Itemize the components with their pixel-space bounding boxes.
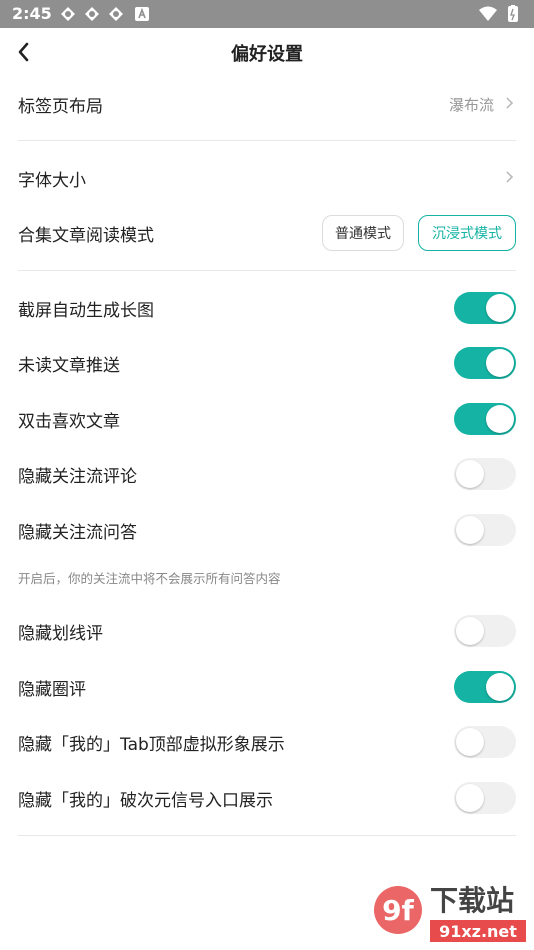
svg-text:9f: 9f	[382, 894, 414, 927]
toggle-knob	[456, 728, 484, 756]
double-tap-like-toggle[interactable]	[454, 403, 516, 435]
toggle-label: 隐藏关注流问答	[18, 523, 137, 543]
font-size-row[interactable]: 字体大小	[18, 150, 516, 206]
divider	[18, 835, 516, 836]
toggle-knob	[456, 617, 484, 645]
a-badge-icon	[135, 7, 149, 21]
hide-underline-comments-toggle[interactable]	[454, 615, 516, 647]
toggle-knob	[486, 294, 514, 322]
toggle-row-hide-follow-comments: 隐藏关注流评论	[18, 446, 516, 502]
toggle-row-hide-follow-qa: 隐藏关注流问答	[18, 502, 516, 558]
wifi-icon	[479, 6, 497, 21]
immersive-mode-button[interactable]: 沉浸式模式	[418, 215, 516, 251]
page-title: 偏好设置	[231, 44, 303, 65]
site-watermark-logo: 9f 下载站 91xz.net	[374, 884, 526, 942]
toggle-label: 隐藏划线评	[18, 624, 103, 644]
toggle-label: 截屏自动生成长图	[18, 301, 154, 321]
watermark-brand: 下载站	[430, 884, 514, 917]
toggle-row-hide-underline-comments: 隐藏划线评	[18, 603, 516, 659]
toggle-knob	[486, 405, 514, 433]
toggle-label: 隐藏圈评	[18, 680, 86, 700]
app-notification-icon	[61, 7, 75, 21]
toggle-knob	[486, 673, 514, 701]
toggle-label: 隐藏「我的」Tab顶部虚拟形象展示	[18, 735, 285, 755]
app-notification-icon	[109, 7, 123, 21]
toggle-label: 隐藏关注流评论	[18, 467, 137, 487]
divider	[18, 270, 516, 271]
chevron-right-icon	[506, 97, 514, 109]
toggle-knob	[456, 516, 484, 544]
font-size-label: 字体大小	[18, 171, 86, 191]
toggle-label: 未读文章推送	[18, 356, 120, 376]
toggle-row-screenshot-long-image: 截屏自动生成长图	[18, 280, 516, 336]
toggle-row-hide-avatar-display: 隐藏「我的」Tab顶部虚拟形象展示	[18, 714, 516, 770]
toggle-row-double-tap-like: 双击喜欢文章	[18, 391, 516, 447]
tab-layout-row[interactable]: 标签页布局 瀑布流	[18, 76, 516, 132]
hide-follow-qa-toggle[interactable]	[454, 514, 516, 546]
reading-mode-row: 合集文章阅读模式 普通模式 沉浸式模式	[18, 205, 516, 261]
toggle-label: 双击喜欢文章	[18, 412, 120, 432]
status-bar: 2:45	[0, 0, 534, 28]
tab-layout-label: 标签页布局	[18, 97, 103, 117]
normal-mode-button[interactable]: 普通模式	[322, 215, 404, 251]
battery-icon	[508, 6, 518, 22]
hide-follow-comments-toggle[interactable]	[454, 458, 516, 490]
toggle-row-hide-dimension-signal: 隐藏「我的」破次元信号入口展示	[18, 770, 516, 826]
toggle-row-hide-circle-comments: 隐藏圈评	[18, 659, 516, 715]
hide-dimension-signal-toggle[interactable]	[454, 782, 516, 814]
chevron-right-icon	[506, 171, 514, 183]
toggle-row-unread-push: 未读文章推送	[18, 335, 516, 391]
tab-layout-value: 瀑布流	[448, 96, 494, 114]
toggle-label: 隐藏「我的」破次元信号入口展示	[18, 791, 273, 811]
hide-circle-comments-toggle[interactable]	[454, 671, 516, 703]
toggle-knob	[456, 460, 484, 488]
screenshot-long-image-toggle[interactable]	[454, 292, 516, 324]
unread-push-toggle[interactable]	[454, 347, 516, 379]
app-notification-icon	[85, 7, 99, 21]
status-time: 2:45	[12, 4, 52, 23]
reading-mode-label: 合集文章阅读模式	[18, 226, 154, 246]
toggle-knob	[456, 784, 484, 812]
watermark-site: 91xz.net	[439, 922, 517, 941]
wifi-battery-icons	[479, 5, 518, 22]
hide-avatar-display-toggle[interactable]	[454, 726, 516, 758]
header: 偏好设置	[0, 28, 534, 76]
hint-text: 开启后，你的关注流中将不会展示所有问答内容	[18, 571, 281, 586]
divider	[18, 140, 516, 141]
toggle-knob	[486, 349, 514, 377]
